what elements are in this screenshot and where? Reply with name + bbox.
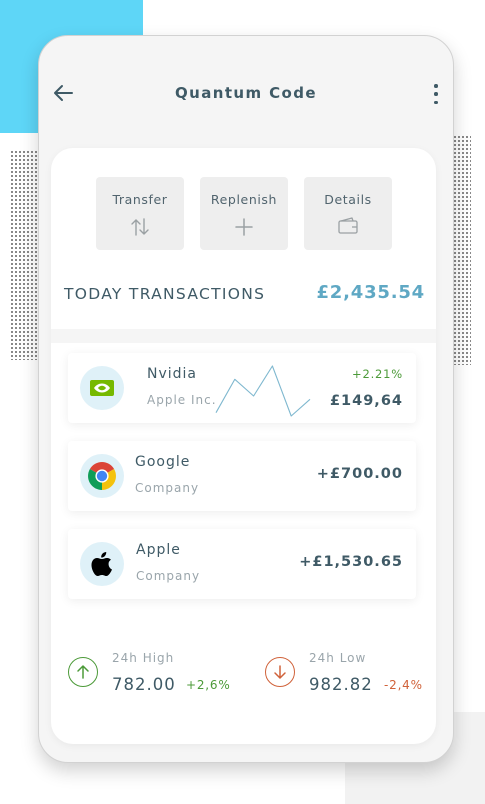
transaction-amount: +£1,530.65	[299, 554, 403, 570]
sparkline-chart	[215, 365, 311, 417]
details-button[interactable]: Details	[304, 177, 392, 250]
transaction-name: Google	[135, 454, 191, 470]
menu-dot-icon	[434, 100, 438, 104]
swap-vertical-icon	[96, 217, 184, 239]
details-label: Details	[324, 192, 372, 207]
arrow-down-circle-icon	[265, 657, 295, 687]
phone-frame: Quantum Code Transfer Replenish Details …	[38, 35, 454, 763]
quick-actions: Transfer Replenish Details	[96, 177, 394, 251]
today-transactions-amount: £2,435.54	[316, 282, 425, 303]
menu-dot-icon	[434, 92, 438, 96]
section-divider	[51, 329, 436, 343]
app-header: Quantum Code	[39, 36, 453, 146]
transaction-amount: +£700.00	[316, 466, 403, 482]
transaction-subtitle: Company	[136, 569, 201, 583]
transaction-row-nvidia[interactable]: Nvidia Apple Inc. +2.21% £149,64	[68, 353, 416, 423]
transaction-row-google[interactable]: Google Company +£700.00	[68, 441, 416, 511]
24h-high-label: 24h High	[112, 651, 175, 665]
menu-dot-icon	[434, 84, 438, 88]
transfer-button[interactable]: Transfer	[96, 177, 184, 250]
more-menu-button[interactable]	[427, 82, 445, 106]
24h-high-change: +2,6%	[186, 678, 231, 692]
nvidia-logo-icon	[80, 366, 124, 410]
main-card: Transfer Replenish Details TODAY TRANSAC…	[51, 148, 436, 744]
plus-icon	[200, 217, 288, 239]
transaction-row-apple[interactable]: Apple Company +£1,530.65	[68, 529, 416, 599]
sparkline-line	[215, 365, 311, 417]
transaction-name: Apple	[136, 542, 181, 558]
replenish-label: Replenish	[210, 192, 278, 207]
transaction-subtitle: Company	[135, 481, 200, 495]
chrome-logo-icon	[80, 454, 124, 498]
page-title: Quantum Code	[175, 84, 317, 102]
today-transactions-label: TODAY TRANSACTIONS	[64, 285, 266, 303]
24h-low-label: 24h Low	[309, 651, 367, 665]
transaction-amount: £149,64	[329, 393, 403, 409]
transaction-change: +2.21%	[352, 367, 403, 381]
arrow-up-circle-icon	[68, 657, 98, 687]
transfer-label: Transfer	[112, 192, 168, 207]
24h-low-value: 982.82	[309, 675, 373, 694]
transaction-name: Nvidia	[147, 366, 198, 382]
transaction-subtitle: Apple Inc.	[147, 393, 217, 407]
apple-logo-icon	[80, 542, 124, 586]
replenish-button[interactable]: Replenish	[200, 177, 288, 250]
24h-low-change: -2,4%	[384, 678, 423, 692]
wallet-icon	[304, 217, 392, 239]
24h-high-value: 782.00	[112, 675, 176, 694]
